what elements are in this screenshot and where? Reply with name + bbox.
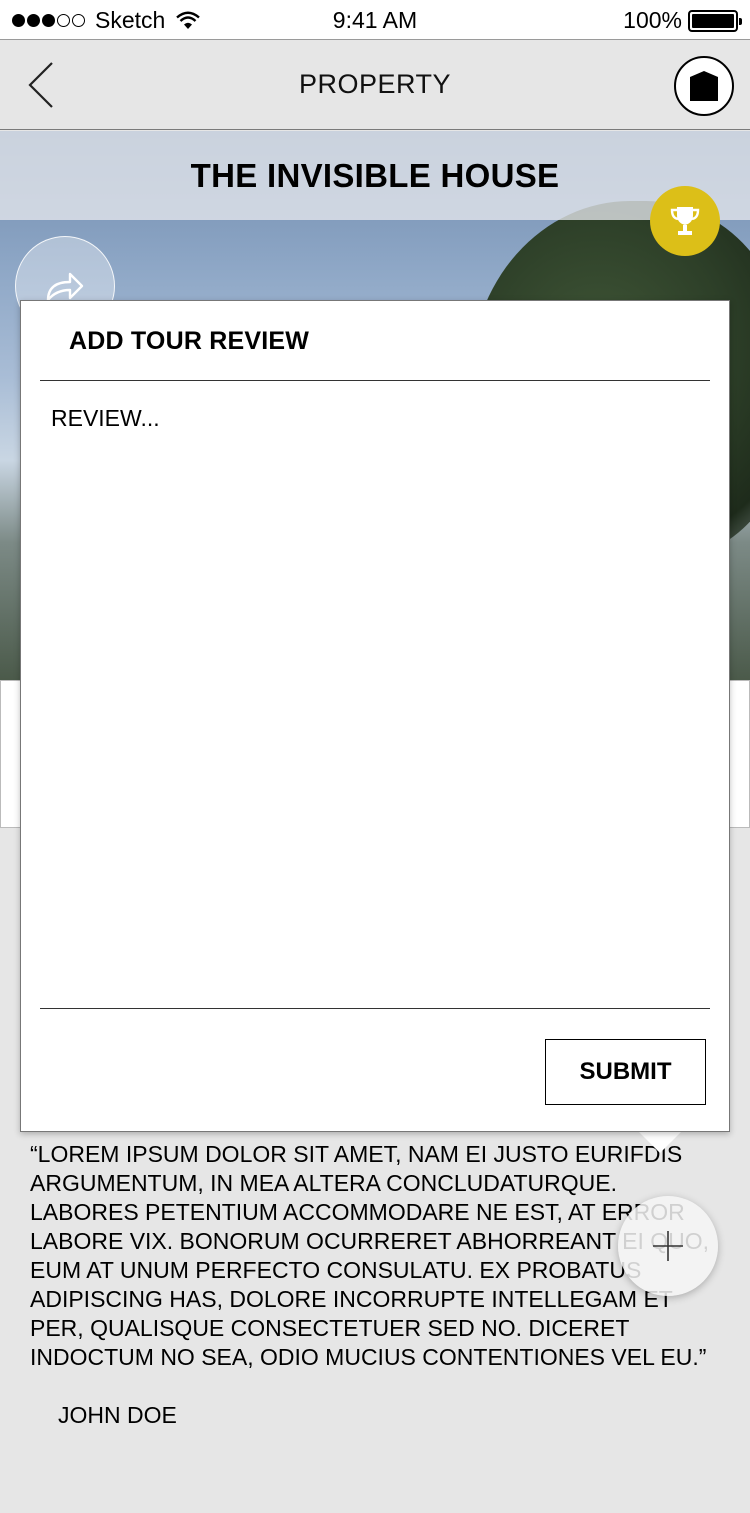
page-title: PROPERTY bbox=[298, 69, 452, 99]
modal-pointer bbox=[636, 1129, 684, 1153]
logo-button[interactable] bbox=[674, 56, 734, 116]
modal-title: ADD TOUR REVIEW bbox=[69, 327, 310, 355]
submit-button[interactable]: SUBMIT bbox=[545, 1039, 706, 1105]
review-input[interactable] bbox=[40, 383, 710, 1007]
property-title: THE INVISIBLE HOUSE bbox=[190, 157, 560, 194]
divider bbox=[40, 380, 710, 381]
divider bbox=[40, 1008, 710, 1009]
battery-fill bbox=[692, 13, 734, 28]
add-review-modal: ADD TOUR REVIEW SUBMIT bbox=[20, 300, 730, 1132]
status-right: 100% bbox=[623, 7, 742, 34]
status-bar: Sketch 9:41 AM 100% bbox=[0, 0, 750, 40]
plus-icon bbox=[653, 1231, 683, 1261]
add-review-button[interactable] bbox=[618, 1196, 718, 1296]
trophy-icon bbox=[670, 207, 700, 235]
battery-icon bbox=[688, 9, 742, 32]
review-author: JOHN DOE bbox=[58, 1402, 177, 1428]
nav-bar: PROPERTY bbox=[0, 41, 750, 130]
hero-title-bar: THE INVISIBLE HOUSE bbox=[0, 131, 750, 220]
trophy-button[interactable] bbox=[650, 186, 720, 256]
logo-icon bbox=[690, 71, 718, 101]
battery-percent: 100% bbox=[623, 7, 682, 33]
